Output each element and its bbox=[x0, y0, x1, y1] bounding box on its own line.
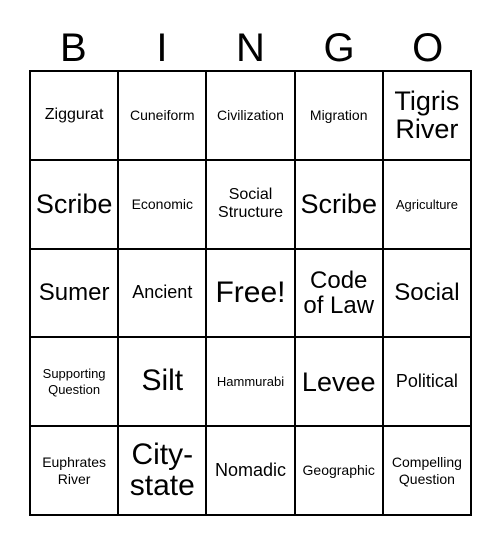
bingo-cell-label: Agriculture bbox=[395, 196, 458, 212]
bingo-cell[interactable]: Scribe bbox=[31, 160, 120, 248]
bingo-cell-label: Political bbox=[395, 371, 458, 392]
bingo-cell[interactable]: Social bbox=[383, 249, 471, 337]
bingo-header-letter-b: B bbox=[59, 26, 87, 70]
bingo-cell-label: Free! bbox=[215, 275, 286, 309]
bingo-cell-label: Social bbox=[394, 279, 460, 307]
bingo-cell-label: Levee bbox=[301, 366, 376, 397]
bingo-cell-label: Economic bbox=[131, 196, 194, 213]
bingo-row: Sumer Ancient Free! Code of Law Social bbox=[31, 249, 471, 339]
bingo-row: Euphrates River City-state Nomadic Geograph… bbox=[31, 427, 471, 514]
bingo-cell[interactable]: Levee bbox=[295, 338, 384, 426]
bingo-cell-label: Ziggurat bbox=[44, 106, 104, 124]
bingo-cell-label: Geographic bbox=[302, 462, 375, 479]
bingo-cell-label: Migration bbox=[309, 107, 368, 124]
bingo-cell[interactable]: Political bbox=[383, 338, 471, 426]
bingo-header-row: B I N G O bbox=[29, 16, 472, 68]
bingo-cell-label: Hammurabi bbox=[216, 374, 285, 390]
bingo-cell-label: Social Structure bbox=[218, 185, 283, 222]
bingo-cell-label: Supporting Question bbox=[42, 366, 106, 397]
bingo-cell[interactable]: Supporting Question bbox=[31, 338, 120, 426]
bingo-cell[interactable]: Migration bbox=[295, 72, 384, 159]
bingo-cell[interactable]: Geographic bbox=[295, 427, 384, 514]
bingo-cell-label: Scribe bbox=[35, 189, 113, 220]
bingo-cell[interactable]: Sumer bbox=[31, 249, 120, 337]
bingo-card: B I N G O Ziggurat Cuneiform Civilization M… bbox=[0, 0, 501, 544]
bingo-cell[interactable]: City-state bbox=[119, 427, 208, 514]
bingo-cell[interactable]: Nomadic bbox=[207, 427, 296, 514]
bingo-cell[interactable]: Civilization bbox=[207, 72, 296, 159]
bingo-cell[interactable]: Euphrates River bbox=[31, 427, 120, 514]
bingo-cell-label: Nomadic bbox=[214, 460, 287, 481]
bingo-cell[interactable]: Ziggurat bbox=[31, 72, 120, 159]
bingo-row: Ziggurat Cuneiform Civilization Migration Ti… bbox=[31, 72, 471, 161]
bingo-cell-label: Silt bbox=[141, 364, 184, 398]
bingo-cell[interactable]: Agriculture bbox=[383, 160, 471, 248]
bingo-row: Scribe Economic Social Structure Scribe Agri… bbox=[31, 160, 471, 250]
bingo-header-letter-o: O bbox=[412, 26, 444, 70]
bingo-cell-label: Tigris River bbox=[394, 86, 460, 145]
bingo-cell[interactable]: Silt bbox=[119, 338, 208, 426]
bingo-cell-label: City-state bbox=[129, 437, 195, 502]
bingo-cell[interactable]: Scribe bbox=[295, 160, 384, 248]
bingo-cell[interactable]: Cuneiform bbox=[119, 72, 208, 159]
bingo-header-letter-i: I bbox=[156, 26, 168, 70]
bingo-grid: Ziggurat Cuneiform Civilization Migration Ti… bbox=[29, 70, 472, 516]
bingo-cell-label: Scribe bbox=[300, 189, 377, 220]
bingo-cell-label: Code of Law bbox=[303, 266, 375, 319]
bingo-header-letter-n: N bbox=[236, 26, 265, 70]
bingo-header-letter-g: G bbox=[323, 26, 355, 70]
bingo-cell[interactable]: Hammurabi bbox=[207, 338, 296, 426]
bingo-cell-label: Civilization bbox=[217, 107, 284, 124]
bingo-cell-label: Ancient bbox=[132, 282, 193, 303]
bingo-cell[interactable]: Economic bbox=[119, 160, 208, 248]
bingo-free-cell[interactable]: Free! bbox=[207, 249, 296, 337]
bingo-cell[interactable]: Tigris River bbox=[383, 72, 471, 159]
bingo-cell-label: Sumer bbox=[38, 279, 110, 307]
bingo-cell[interactable]: Social Structure bbox=[207, 160, 296, 248]
bingo-cell[interactable]: Code of Law bbox=[295, 249, 384, 337]
bingo-cell-label: Cuneiform bbox=[130, 107, 195, 124]
bingo-cell-label: Euphrates River bbox=[42, 454, 107, 487]
bingo-cell[interactable]: Ancient bbox=[119, 249, 208, 337]
bingo-cell-label: Compelling Question bbox=[391, 454, 462, 487]
bingo-cell[interactable]: Compelling Question bbox=[383, 427, 471, 514]
bingo-row: Supporting Question Silt Hammurabi Levee Pol… bbox=[31, 338, 471, 428]
